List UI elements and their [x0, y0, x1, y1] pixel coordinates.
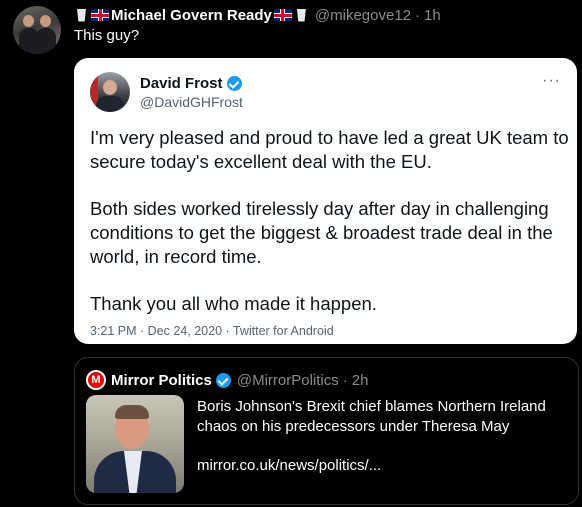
uk-flag-icon	[273, 9, 292, 21]
author-name[interactable]: Michael Govern Ready	[74, 7, 309, 24]
tweet-header: Michael Govern Ready @mikegove12 · 1h	[74, 5, 441, 25]
media-card-header: Mirror Politics @MirrorPolitics · 2h	[111, 370, 368, 390]
author-avatar[interactable]	[13, 6, 61, 54]
quoted-paragraph: Thank you all who made it happen.	[90, 293, 377, 314]
separator-dot: ·	[342, 371, 348, 389]
more-options-icon[interactable]: ···	[542, 72, 561, 90]
article-thumbnail[interactable]	[86, 395, 184, 493]
quoted-author-name[interactable]: David Frost	[140, 75, 242, 92]
quoted-paragraph: Both sides worked tirelessly day after d…	[90, 198, 553, 267]
verified-badge-icon	[226, 76, 242, 91]
quoted-author-avatar[interactable]	[90, 72, 130, 112]
quoted-tweet-meta[interactable]: 3:21 PM · Dec 24, 2020 · Twitter for And…	[90, 324, 334, 338]
uk-flag-icon	[91, 9, 109, 21]
article-headline[interactable]: Boris Johnson's Brexit chief blames Nort…	[197, 397, 557, 437]
media-author-name[interactable]: Mirror Politics	[111, 372, 231, 389]
tweet-text: This guy?	[74, 27, 140, 44]
article-link[interactable]: mirror.co.uk/news/politics/...	[197, 457, 381, 474]
quoted-tweet-body: I'm very pleased and proud to have led a…	[90, 126, 570, 339]
media-time[interactable]: 2h	[352, 372, 369, 389]
author-name-text[interactable]: Michael Govern Ready	[111, 7, 272, 24]
quoted-author-handle[interactable]: @DavidGHFrost	[140, 94, 243, 110]
separator-dot: ·	[415, 6, 421, 24]
media-card[interactable]: M Mirror Politics @MirrorPolitics · 2h B…	[74, 357, 579, 505]
author-handle[interactable]: @mikegove12	[315, 7, 411, 24]
tweet-time[interactable]: 1h	[424, 7, 441, 24]
mirror-logo-icon[interactable]: M	[86, 370, 106, 390]
cup-icon	[77, 8, 86, 22]
quoted-paragraph: I'm very pleased and proud to have led a…	[90, 127, 569, 172]
media-author-name-text[interactable]: Mirror Politics	[111, 372, 212, 389]
verified-badge-icon	[215, 372, 231, 388]
quoted-tweet-card[interactable]: David Frost @DavidGHFrost ··· I'm very p…	[74, 58, 577, 344]
media-author-handle[interactable]: @MirrorPolitics	[237, 372, 339, 389]
quoted-author-name-text[interactable]: David Frost	[140, 75, 223, 92]
mirror-logo-letter: M	[88, 372, 104, 388]
cup-icon	[296, 8, 306, 22]
